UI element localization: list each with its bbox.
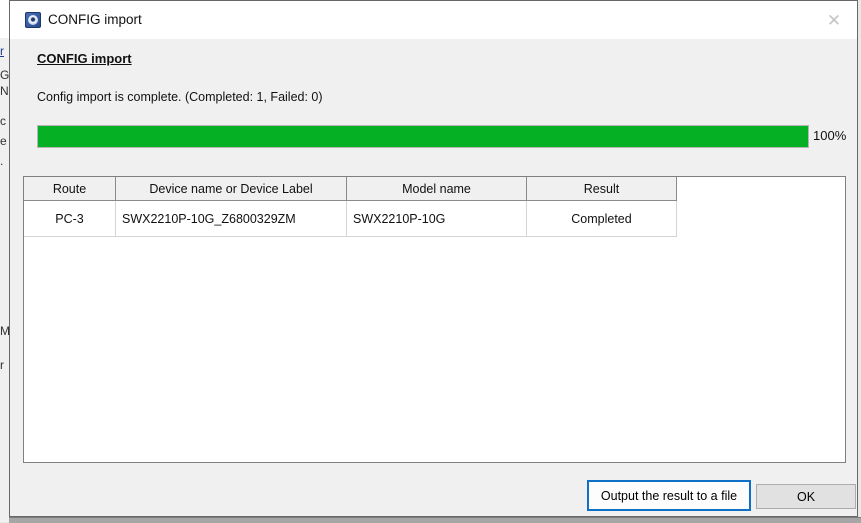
ok-button[interactable]: OK	[756, 484, 856, 509]
background-window-sliver: r G N c e . M r	[0, 0, 9, 522]
column-header-device[interactable]: Device name or Device Label	[116, 177, 347, 201]
backdrop-text-fragment: e	[0, 134, 7, 148]
table-row[interactable]: PC-3 SWX2210P-10G_Z6800329ZM SWX2210P-10…	[24, 201, 845, 237]
app-icon-lens	[28, 15, 38, 25]
config-import-app-icon	[25, 12, 41, 28]
backdrop-text-fragment: c	[0, 114, 6, 128]
import-result-table: Route Device name or Device Label Model …	[23, 176, 846, 463]
background-window-bottom-edge	[9, 517, 861, 523]
dialog-titlebar: CONFIG import ✕	[10, 1, 857, 39]
output-result-to-file-button[interactable]: Output the result to a file	[587, 480, 751, 511]
backdrop-text-fragment: G	[0, 68, 9, 82]
table-header-row: Route Device name or Device Label Model …	[24, 177, 845, 201]
cell-model: SWX2210P-10G	[347, 201, 527, 237]
status-message: Config import is complete. (Completed: 1…	[37, 90, 323, 104]
backdrop-text-fragment: r	[0, 358, 4, 372]
progress-percent-label: 100%	[813, 128, 846, 143]
config-import-dialog: CONFIG import ✕ CONFIG import Config imp…	[9, 0, 858, 517]
cell-device: SWX2210P-10G_Z6800329ZM	[116, 201, 347, 237]
cell-route: PC-3	[24, 201, 116, 237]
backdrop-text-fragment: N	[0, 84, 9, 98]
column-header-route[interactable]: Route	[24, 177, 116, 201]
column-header-result[interactable]: Result	[527, 177, 677, 201]
progress-bar	[37, 125, 809, 148]
backdrop-text-fragment: .	[0, 154, 3, 168]
progress-bar-fill	[38, 126, 808, 147]
close-icon[interactable]: ✕	[823, 9, 845, 31]
column-header-model[interactable]: Model name	[347, 177, 527, 201]
dialog-heading: CONFIG import	[37, 51, 132, 66]
backdrop-text-fragment: r	[0, 44, 4, 58]
backdrop-text-fragment: M	[0, 324, 9, 338]
cell-result: Completed	[527, 201, 677, 237]
window-title: CONFIG import	[48, 12, 142, 27]
background-window-titlebar-edge	[0, 0, 9, 38]
